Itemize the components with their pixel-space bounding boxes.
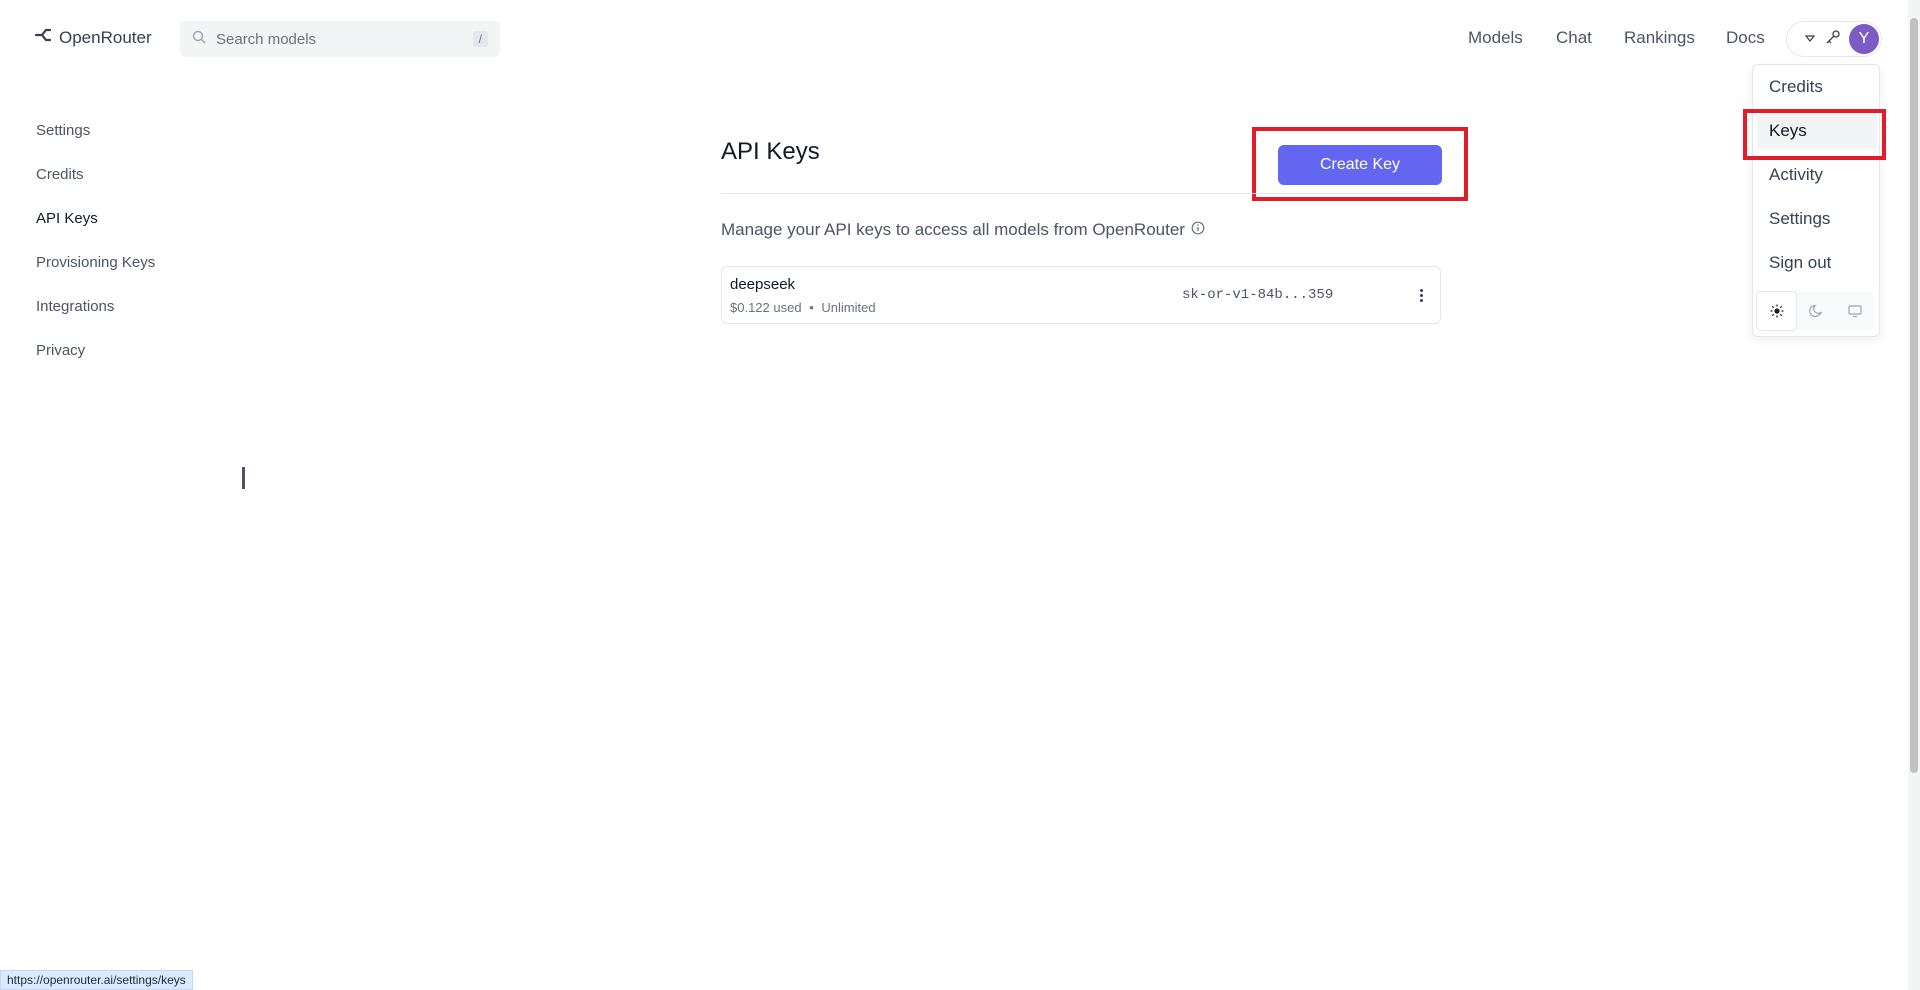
moon-icon[interactable] [1796,292,1835,330]
key-name: deepseek [730,276,796,293]
nav-docs[interactable]: Docs [1726,28,1765,48]
menu-item-activity[interactable]: Activity [1769,165,1823,185]
search-placeholder: Search models [216,30,317,48]
search-input[interactable]: Search models / [180,21,500,57]
monitor-icon[interactable] [1836,292,1875,330]
description-text: Manage your API keys to access all model… [721,220,1185,239]
chevron-down-icon [1804,30,1816,48]
sidebar-item-privacy[interactable]: Privacy [36,342,85,359]
nav-chat[interactable]: Chat [1556,28,1592,48]
separator-dot: • [809,300,814,315]
sidebar-item-credits[interactable]: Credits [36,166,84,183]
key-usage: $0.122 used • Unlimited [730,300,876,315]
account-dropdown-menu: Credits Keys Activity Settings Sign out [1752,64,1880,337]
search-shortcut-badge: / [472,31,488,47]
brand-logo[interactable]: OpenRouter [34,27,152,48]
theme-switcher [1757,292,1875,330]
menu-item-credits[interactable]: Credits [1769,77,1823,97]
key-usage-amount: $0.122 used [730,300,802,315]
brand-name: OpenRouter [59,27,152,47]
sun-icon[interactable] [1757,292,1797,330]
nav-models[interactable]: Models [1468,28,1523,48]
scrollbar-thumb[interactable] [1910,18,1918,773]
more-options-icon[interactable] [1416,285,1426,305]
info-icon[interactable] [1191,220,1205,240]
link-status-bar: https://openrouter.ai/settings/keys [0,970,193,990]
menu-item-sign-out[interactable]: Sign out [1769,253,1831,273]
highlight-box-keys [1743,109,1886,160]
page-title: API Keys [721,138,820,165]
sidebar-item-provisioning-keys[interactable]: Provisioning Keys [36,254,155,271]
api-key-row[interactable]: deepseek $0.122 used • Unlimited sk-or-v… [721,266,1441,324]
text-cursor [242,467,245,489]
sidebar-item-api-keys[interactable]: API Keys [36,210,98,227]
title-divider [721,193,1441,194]
search-icon [192,30,206,48]
nav-rankings[interactable]: Rankings [1624,28,1695,48]
openrouter-logo-icon [34,27,52,48]
sidebar-item-integrations[interactable]: Integrations [36,298,114,315]
page-description: Manage your API keys to access all model… [721,220,1205,240]
key-icon [1825,29,1841,50]
avatar[interactable]: Y [1849,24,1879,54]
key-limit: Unlimited [821,300,876,315]
create-key-button[interactable]: Create Key [1278,145,1442,185]
key-value-masked: sk-or-v1-84b...359 [1182,287,1334,303]
vertical-scrollbar[interactable] [1908,0,1920,990]
sidebar-item-settings[interactable]: Settings [36,122,90,139]
top-navigation: OpenRouter Search models / Models Chat R… [0,0,1920,78]
account-menu-button[interactable]: Y [1786,21,1882,57]
menu-item-settings[interactable]: Settings [1769,209,1830,229]
